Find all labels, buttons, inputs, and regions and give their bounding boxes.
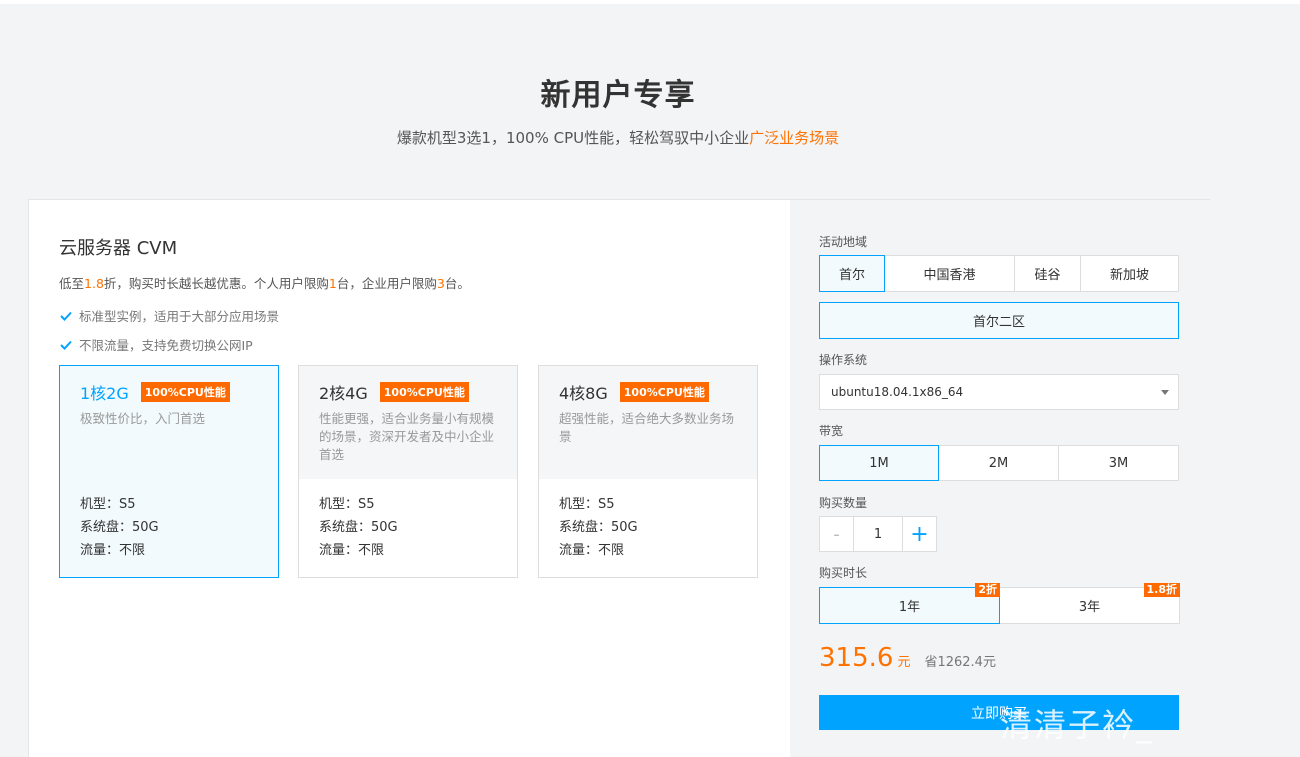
spec-model: 机型：S5 (319, 497, 375, 512)
spec-attributes: 机型：S5 系统盘：50G 流量：不限 (539, 479, 757, 562)
price-display: 315.6 元 省1262.4元 (819, 643, 996, 673)
duration-option-3y[interactable]: 3年 1.8折 (999, 583, 1180, 624)
duration-label-text: 3年 (1078, 600, 1101, 615)
feature-text: 标准型实例，适用于大部分应用场景 (79, 309, 280, 324)
check-icon (60, 340, 72, 350)
spec-card-header: 2核4G 100%CPU性能 性能更强，适合业务量小有规模的场景，资深开发者及中小… (299, 366, 517, 479)
spec-card-4c8g[interactable]: 4核8G 100%CPU性能 超强性能，适合绝大多数业务场景 机型：S5 系统盘：… (538, 365, 758, 578)
quantity-input[interactable]: 1 (854, 516, 902, 552)
duration-label: 购买时长 (819, 566, 868, 580)
bandwidth-selector: 1M 2M 3M (819, 445, 1179, 481)
feature-text: 不限流量，支持免费切换公网IP (79, 338, 253, 353)
product-title: 云服务器 CVM (59, 238, 178, 259)
spec-card-header: 1核2G 100%CPU性能 极致性价比，入门首选 (60, 366, 278, 479)
os-select[interactable]: ubuntu18.04.1x86_64 (819, 374, 1179, 410)
bandwidth-option-3m[interactable]: 3M (1058, 445, 1179, 481)
page-title: 新用户专享 (540, 78, 696, 113)
cpu-badge: 100%CPU性能 (379, 382, 469, 402)
os-label: 操作系统 (819, 353, 868, 367)
region-selector: 首尔 中国香港 硅谷 新加坡 (819, 255, 1179, 292)
region-label: 活动地域 (819, 235, 868, 249)
region-option-hongkong[interactable]: 中国香港 (884, 255, 1015, 292)
region-option-seoul[interactable]: 首尔 (819, 255, 885, 292)
bandwidth-option-2m[interactable]: 2M (938, 445, 1059, 481)
product-section: 云服务器 CVM 低至1.8折，购买时长越长越优惠。个人用户限购1台，企业用户限… (29, 200, 790, 757)
quantity-increase-button[interactable]: + (902, 516, 937, 552)
spec-disk: 系统盘：50G (80, 520, 159, 535)
region-option-siliconvalley[interactable]: 硅谷 (1014, 255, 1081, 292)
feature-item: 标准型实例，适用于大部分应用场景 (59, 306, 279, 325)
bandwidth-option-1m[interactable]: 1M (819, 445, 939, 481)
spec-disk: 系统盘：50G (559, 520, 638, 535)
spec-model: 机型：S5 (80, 497, 136, 512)
spec-name: 2核4G (319, 384, 368, 403)
page-subtitle: 爆款机型3选1，100% CPU性能，轻松驾驭中小企业广泛业务场景 (0, 127, 1236, 148)
cpu-badge: 100%CPU性能 (140, 382, 230, 402)
spec-traffic: 流量：不限 (80, 543, 146, 558)
savings-text: 省1262.4元 (924, 655, 996, 670)
desc-part: 折，购买时长越长越优惠。个人用户限购 (103, 276, 329, 291)
spec-attributes: 机型：S5 系统盘：50G 流量：不限 (60, 479, 278, 562)
discount-badge: 2折 (975, 583, 1000, 597)
spec-card-2c4g[interactable]: 2核4G 100%CPU性能 性能更强，适合业务量小有规模的场景，资深开发者及中小… (298, 365, 518, 578)
os-value: ubuntu18.04.1x86_64 (831, 385, 964, 399)
zone-option[interactable]: 首尔二区 (819, 302, 1179, 339)
spec-model: 机型：S5 (559, 497, 615, 512)
product-description: 低至1.8折，购买时长越长越优惠。个人用户限购1台，企业用户限购3台。 (59, 273, 470, 292)
offer-panel: 云服务器 CVM 低至1.8折，购买时长越长越优惠。个人用户限购1台，企业用户限… (28, 199, 1210, 757)
caret-down-icon (1161, 390, 1169, 395)
watermark: 清清子衿_ (1000, 706, 1155, 744)
config-section: 活动地域 首尔 中国香港 硅谷 新加坡 首尔二区 操作系统 ubuntu18.0… (790, 200, 1210, 757)
quantity-stepper: - 1 + (819, 516, 937, 552)
discount-badge: 1.8折 (1143, 583, 1180, 597)
duration-selector: 1年 2折 3年 1.8折 (819, 583, 1180, 624)
price-value: 315.6 (819, 643, 894, 673)
spec-name: 4核8G (559, 384, 608, 403)
region-option-singapore[interactable]: 新加坡 (1080, 255, 1179, 292)
bandwidth-label: 带宽 (819, 424, 844, 438)
duration-label-text: 1年 (898, 600, 921, 615)
spec-description: 性能更强，适合业务量小有规模的场景，资深开发者及中小企业首选 (319, 411, 495, 462)
spec-traffic: 流量：不限 (559, 543, 625, 558)
desc-part: 台，企业用户限购 (336, 276, 437, 291)
desc-part: 低至 (59, 276, 85, 291)
duration-option-1y[interactable]: 1年 2折 (819, 583, 1000, 624)
spec-description: 超强性能，适合绝大多数业务场景 (559, 411, 735, 444)
spec-description: 极致性价比，入门首选 (80, 411, 206, 426)
price-unit: 元 (897, 655, 911, 670)
spec-attributes: 机型：S5 系统盘：50G 流量：不限 (299, 479, 517, 562)
desc-part: 台。 (444, 276, 470, 291)
spec-disk: 系统盘：50G (319, 520, 398, 535)
subtitle-text: 爆款机型3选1，100% CPU性能，轻松驾驭中小企业 (396, 129, 750, 147)
desc-personal-limit: 1 (328, 276, 337, 291)
spec-name: 1核2G (80, 384, 129, 403)
subtitle-highlight: 广泛业务场景 (749, 129, 840, 147)
quantity-label: 购买数量 (819, 496, 868, 510)
spec-traffic: 流量：不限 (319, 543, 385, 558)
spec-card-1c2g[interactable]: 1核2G 100%CPU性能 极致性价比，入门首选 机型：S5 系统盘：50G 流… (59, 365, 279, 578)
quantity-decrease-button[interactable]: - (819, 516, 854, 552)
spec-card-header: 4核8G 100%CPU性能 超强性能，适合绝大多数业务场景 (539, 366, 757, 479)
desc-enterprise-limit: 3 (436, 276, 445, 291)
top-border (0, 0, 1300, 4)
check-icon (60, 311, 72, 321)
cpu-badge: 100%CPU性能 (619, 382, 709, 402)
desc-discount: 1.8 (84, 276, 104, 291)
feature-item: 不限流量，支持免费切换公网IP (59, 335, 253, 354)
